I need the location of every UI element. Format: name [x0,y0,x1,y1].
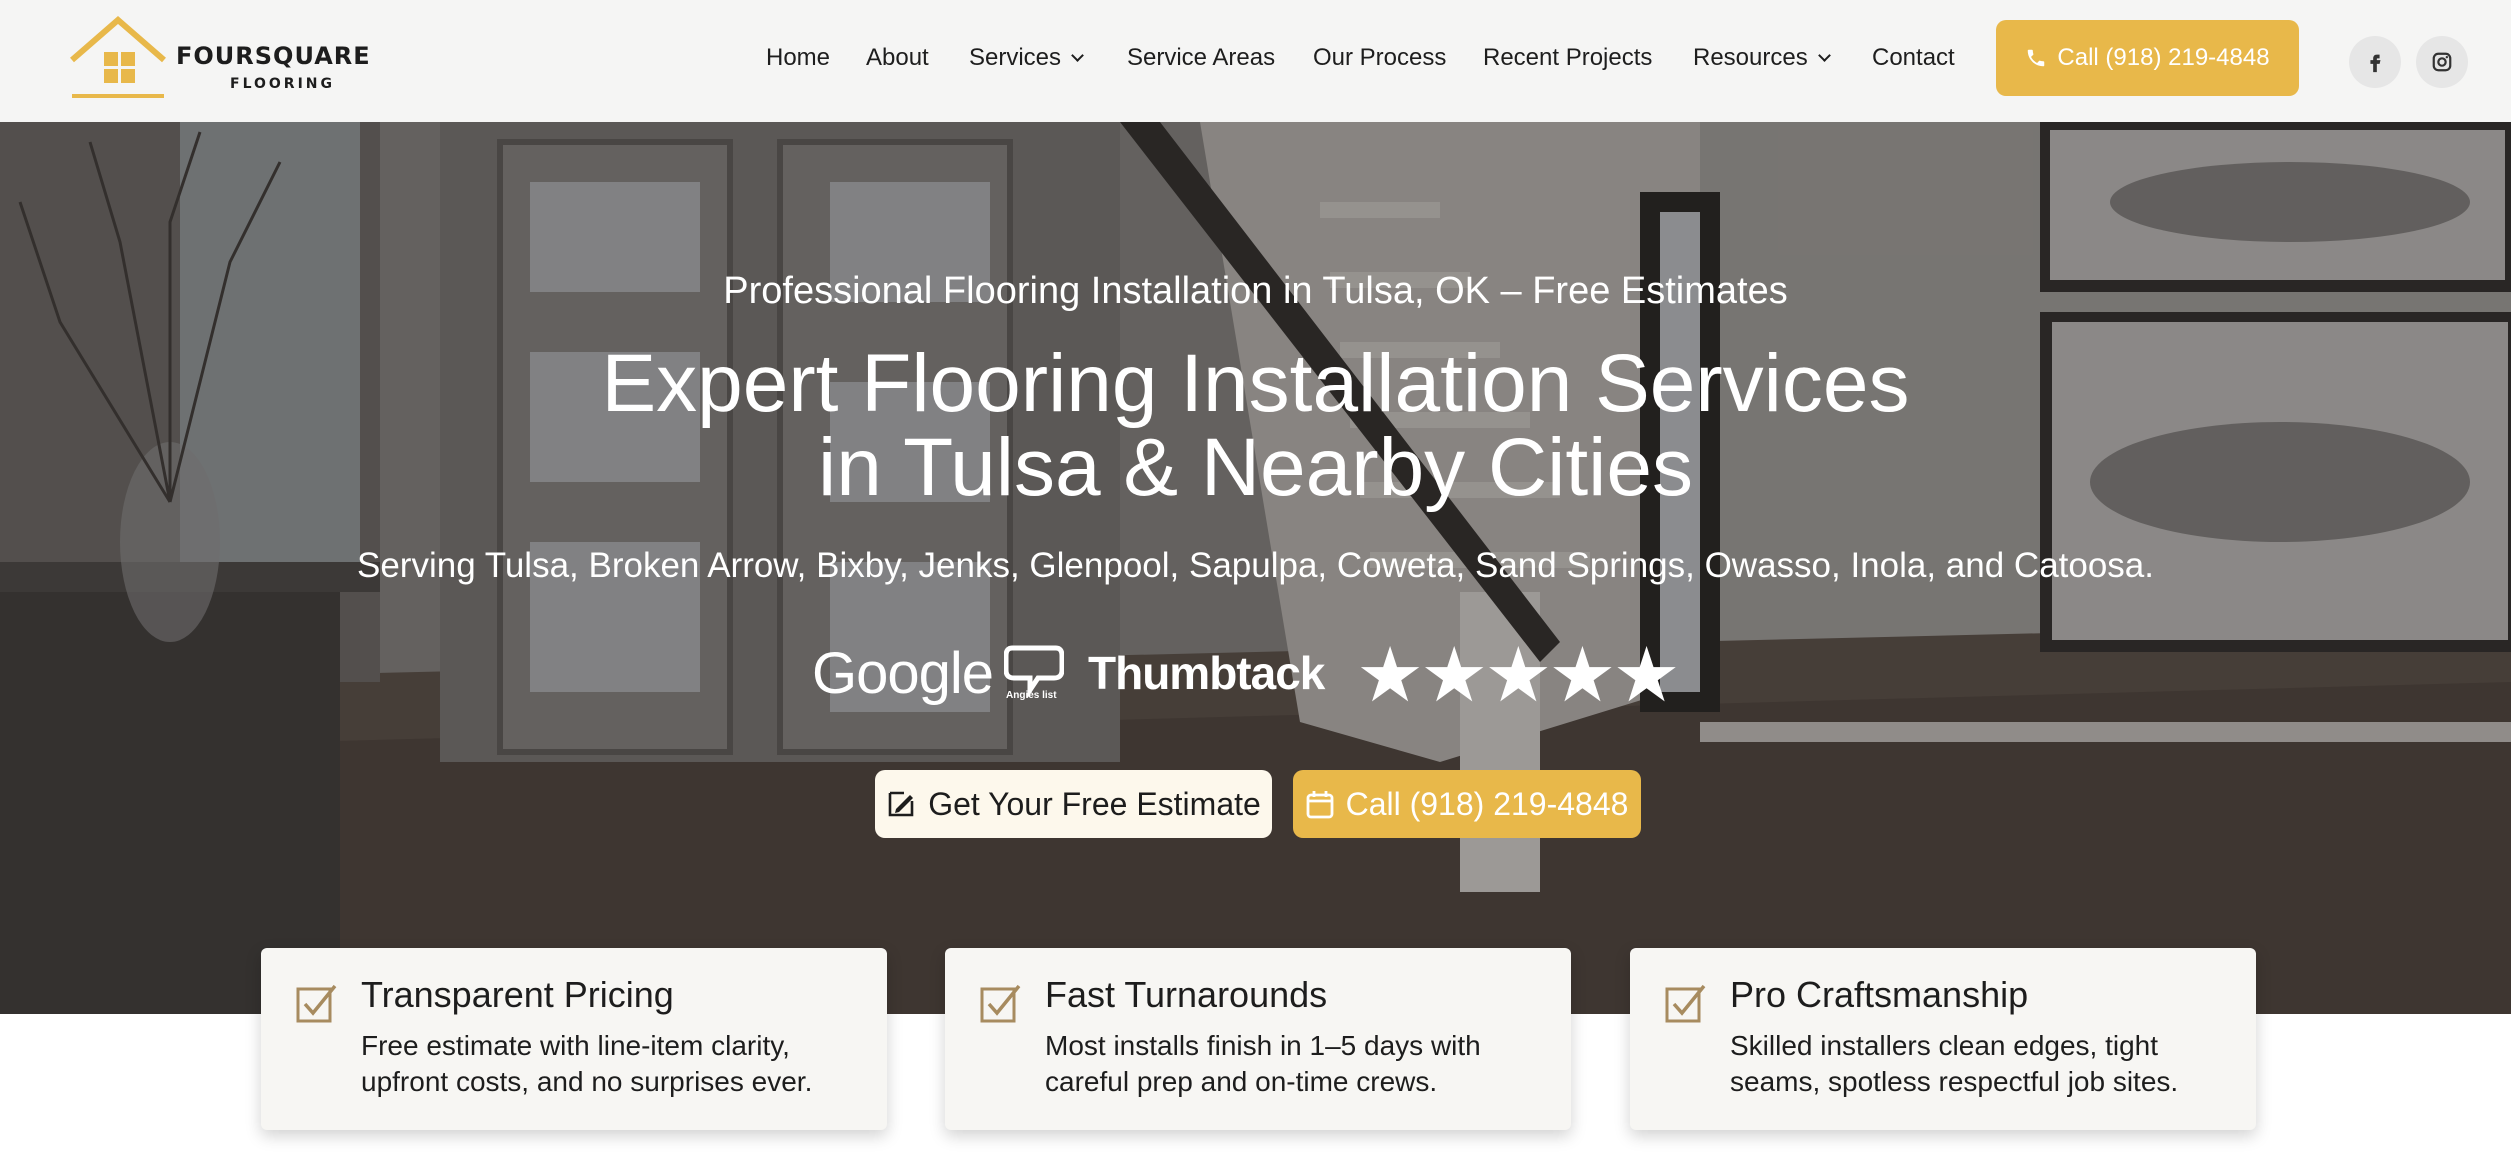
hero-section: Professional Flooring Installation in Tu… [0,122,2511,1014]
feature-title: Fast Turnarounds [1045,974,1328,1015]
header-call-button[interactable]: Call (918) 219-4848 [1996,20,2299,96]
checkbox-check-icon [296,984,337,1023]
nav-recent-projects[interactable]: Recent Projects [1483,40,1652,76]
instagram-link[interactable] [2416,36,2468,88]
feature-card-turnaround: Fast Turnarounds Most installs finish in… [945,948,1571,1130]
header-call-label: Call (918) 219-4848 [2057,44,2270,71]
chevron-down-icon [1817,49,1831,62]
hero-title: Expert Flooring Installation Services in… [0,342,2511,510]
checkbox-check-icon [1665,984,1706,1023]
phone-icon [2028,49,2045,67]
feature-description: Skilled installers clean edges, tight se… [1730,1030,2179,1097]
feature-title: Transparent Pricing [361,974,674,1015]
free-estimate-button[interactable]: Get Your Free Estimate [875,770,1272,838]
edit-form-icon [888,791,914,817]
google-badge: Google [812,641,994,706]
nav-about[interactable]: About [866,40,929,76]
nav-home[interactable]: Home [766,40,830,76]
thumbtack-badge: Thumbtack [1088,647,1325,699]
hero-call-label: Call (918) 219-4848 [1345,785,1629,822]
hero-title-line1: Expert Flooring Installation Services [601,338,1910,429]
house-logo-icon [70,16,166,98]
hero-call-button[interactable]: Call (918) 219-4848 [1293,770,1641,838]
angies-list-label: Angies list [1006,690,1057,701]
nav-services[interactable]: Services [969,40,1084,76]
nav-contact[interactable]: Contact [1872,40,1955,76]
facebook-icon [2370,54,2381,73]
feature-description: Free estimate with line-item clarity, up… [361,1030,813,1097]
nav-service-areas[interactable]: Service Areas [1127,40,1275,76]
five-star-rating: ★★★★★ [1356,633,1681,718]
feature-card-craftsmanship: Pro Craftsmanship Skilled installers cle… [1630,948,2256,1130]
brand-name: FOURSQUARE [176,42,371,70]
review-badges: Google Angies list Thumbtack ★★★★★ [0,632,2511,716]
chevron-down-icon [1071,49,1084,62]
hero-title-line2: in Tulsa & Nearby Cities [817,422,1693,513]
hero-service-cities: Serving Tulsa, Broken Arrow, Bixby, Jenk… [357,546,2154,585]
facebook-link[interactable] [2349,36,2401,88]
feature-title: Pro Craftsmanship [1730,974,2029,1015]
hero-subtitle: Professional Flooring Installation in Tu… [723,270,1788,312]
site-header: FOURSQUARE FLOORING Home About Services … [0,0,2511,122]
nav-our-process[interactable]: Our Process [1313,40,1446,76]
feature-description: Most installs finish in 1–5 days with ca… [1045,1030,1481,1097]
feature-card-pricing: Transparent Pricing Free estimate with l… [261,948,887,1130]
brand-sub: FLOORING [230,76,335,92]
checkbox-check-icon [980,984,1021,1023]
calendar-icon [1306,791,1333,819]
logo[interactable]: FOURSQUARE FLOORING [68,16,398,104]
free-estimate-label: Get Your Free Estimate [928,785,1261,822]
instagram-icon [2432,52,2452,72]
nav-resources[interactable]: Resources [1693,40,1831,76]
